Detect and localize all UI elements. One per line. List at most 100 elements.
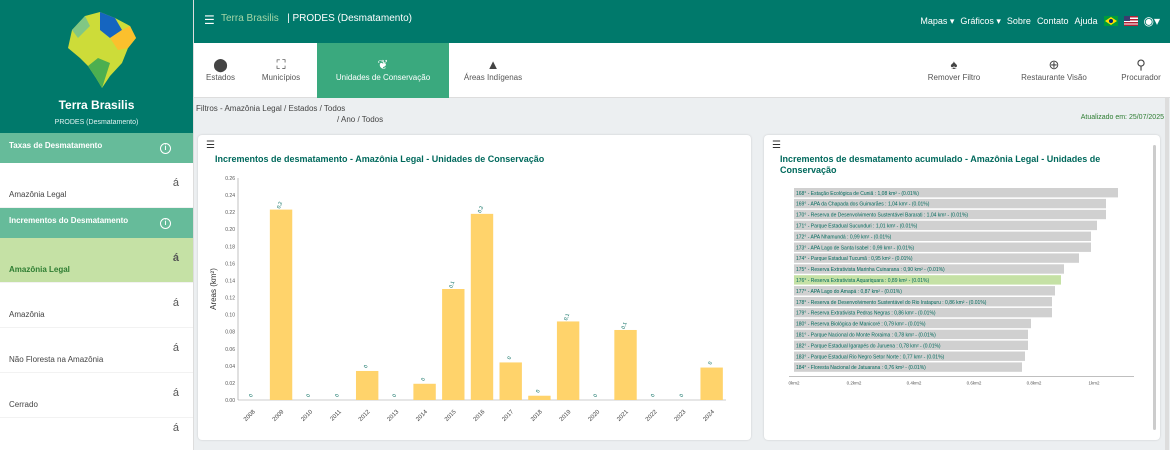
scrollbar[interactable] bbox=[1153, 145, 1156, 430]
search-icon: ⚲ bbox=[1136, 57, 1146, 72]
top-title-brand[interactable]: Terra Brasilis bbox=[221, 13, 279, 24]
tab-areas-indigenas[interactable]: ▲ Áreas Indígenas bbox=[454, 43, 532, 98]
globe-icon: ⊕ bbox=[1048, 57, 1060, 72]
menu-sobre[interactable]: Sobre bbox=[1007, 16, 1031, 26]
accent-glyph: á bbox=[172, 177, 179, 189]
search-button[interactable]: ⚲ Procurador bbox=[1114, 43, 1168, 98]
data-label: 0,2 bbox=[477, 205, 485, 214]
filter-line1: Filtros - Amazônia Legal / Estados / Tod… bbox=[196, 104, 346, 113]
restore-view-button[interactable]: ⊕ Restaurante Visão bbox=[1009, 43, 1099, 98]
section-incrementos-label: Incrementos do Desmatamento bbox=[9, 216, 129, 225]
sidebar-item-amazonia-legal[interactable]: Amazônia Legal á bbox=[0, 238, 193, 283]
bar-label: 182° - Parque Estadual Igarapés do Jurue… bbox=[796, 343, 941, 349]
y-tick-label: 0.10 bbox=[225, 313, 235, 319]
y-tick-label: 0.04 bbox=[225, 364, 235, 370]
bar-label: 174° - Parque Estadual Tucumã : 0,95 km²… bbox=[796, 256, 913, 262]
tab-label: Remover Filtro bbox=[927, 73, 981, 82]
tab-label: Áreas Indígenas bbox=[463, 73, 523, 82]
brand-subtitle: PRODES (Desmatamento) bbox=[54, 119, 139, 126]
municipality-icon: ⛶ bbox=[276, 57, 286, 72]
filter-breadcrumb: Filtros - Amazônia Legal / Estados / Tod… bbox=[196, 103, 383, 125]
bar bbox=[499, 362, 522, 400]
x-tick-label: 2012 bbox=[358, 409, 372, 423]
brand-name: Terra Brasilis bbox=[58, 98, 135, 112]
x-tick-label: 2019 bbox=[559, 409, 573, 423]
bar-label: 175° - Reserva Extrativista Marinha Cuin… bbox=[796, 267, 945, 273]
sidebar-item-nao-floresta[interactable]: Não Floresta na Amazônia á bbox=[0, 328, 193, 373]
tab-unidades-conservacao[interactable]: ❦ Unidades de Conservação bbox=[317, 43, 449, 98]
data-label: 0 bbox=[363, 364, 370, 369]
usa-flag-icon[interactable] bbox=[1123, 16, 1138, 26]
top-title-product: | PRODES (Desmatamento) bbox=[287, 13, 412, 24]
account-icon[interactable]: ◉▾ bbox=[1144, 14, 1161, 28]
bar bbox=[269, 209, 293, 400]
data-label: 0 bbox=[535, 389, 542, 394]
x-tick-label: 2008 bbox=[243, 409, 257, 423]
brazil-flag-icon[interactable] bbox=[1103, 16, 1118, 26]
bar-label: 169° - APA da Chapada dos Guimarães : 1,… bbox=[796, 202, 930, 208]
top-menu: Mapas ▾ Gráficos ▾ Sobre Contato Ajuda ◉… bbox=[920, 14, 1160, 28]
data-label: 0 bbox=[392, 393, 399, 398]
section-taxas-label: Taxas de Desmatamento bbox=[9, 141, 103, 150]
x-tick-label: 2009 bbox=[272, 409, 286, 423]
sidebar-item-taxas-amazonia-legal[interactable]: Amazônia Legal á bbox=[0, 163, 193, 208]
remove-filter-button[interactable]: ♠ Remover Filtro bbox=[924, 43, 984, 98]
x-tick-label: 2011 bbox=[330, 409, 344, 423]
logo: Terra Brasilis PRODES (Desmatamento) bbox=[0, 0, 193, 133]
page-scrollbar[interactable] bbox=[1165, 98, 1169, 450]
y-tick-label: 0.12 bbox=[225, 296, 235, 302]
bar-label: 184° - Floresta Nacional de Jatuarana : … bbox=[796, 365, 926, 371]
x-tick-label: 2016 bbox=[473, 409, 487, 423]
tent-icon: ▲ bbox=[486, 57, 500, 72]
sidebar-item-more[interactable]: á bbox=[0, 418, 193, 438]
bar bbox=[413, 383, 436, 400]
y-tick-label: 0.18 bbox=[225, 244, 235, 250]
info-icon[interactable]: i bbox=[160, 143, 171, 154]
bar bbox=[442, 289, 465, 400]
info-icon[interactable]: i bbox=[160, 218, 171, 229]
top-title: Terra Brasilis | PRODES (Desmatamento) bbox=[221, 13, 412, 24]
toolbar: ⬤ Estados ⛶ Municípios ❦ Unidades de Conser… bbox=[194, 43, 1170, 98]
bar bbox=[470, 213, 494, 400]
section-incrementos[interactable]: Incrementos do Desmatamento i bbox=[0, 208, 193, 238]
bar-label: 176° - Reserva Extrativista Aquariquara … bbox=[796, 278, 930, 284]
bar bbox=[556, 321, 580, 400]
tab-estados[interactable]: ⬤ Estados bbox=[198, 43, 243, 98]
y-tick-label: 0.02 bbox=[225, 381, 235, 387]
accent-glyph: á bbox=[172, 252, 179, 264]
x-tick-label: 1km2 bbox=[1088, 380, 1100, 385]
bar-chart-card: ☰ Incrementos de desmatamento - Amazônia… bbox=[198, 135, 751, 440]
x-tick-label: 2023 bbox=[674, 409, 688, 423]
data-label: 0,1 bbox=[621, 321, 629, 330]
y-tick-label: 0.16 bbox=[225, 261, 235, 267]
menu-contato[interactable]: Contato bbox=[1037, 16, 1069, 26]
data-label: 0 bbox=[506, 356, 513, 361]
bar-label: 171° - Parque Estadual Sucunduri : 1,01 … bbox=[796, 224, 918, 230]
x-tick-label: 0.6km2 bbox=[967, 380, 982, 385]
tab-label: Municípios bbox=[261, 73, 301, 82]
x-tick-label: 2018 bbox=[530, 409, 544, 423]
sidebar-item-label: Amazônia Legal bbox=[9, 265, 70, 274]
bell-icon: ♠ bbox=[950, 57, 958, 72]
x-tick-label: 0.4km2 bbox=[907, 380, 922, 385]
x-tick-label: 0.2km2 bbox=[847, 380, 862, 385]
menu-ajuda[interactable]: Ajuda bbox=[1074, 16, 1097, 26]
ranking-chart-card: ☰ Incrementos de desmatamento acumulado … bbox=[764, 135, 1160, 440]
bar bbox=[700, 367, 723, 400]
tab-label: Unidades de Conservação bbox=[335, 73, 431, 82]
sidebar-item-cerrado[interactable]: Cerrado á bbox=[0, 373, 193, 418]
bar-label: 170° - Reserva de Desenvolvimento Susten… bbox=[796, 213, 968, 219]
y-tick-label: 0.20 bbox=[225, 227, 235, 233]
brazil-map-logo-icon bbox=[68, 12, 136, 88]
hamburger-menu-icon[interactable]: ☰ bbox=[204, 13, 215, 27]
sidebar-item-amazonia[interactable]: Amazônia á bbox=[0, 283, 193, 328]
tab-municipios[interactable]: ⛶ Municípios bbox=[252, 43, 310, 98]
data-label: 0 bbox=[593, 393, 600, 398]
data-label: 0,1 bbox=[448, 280, 456, 289]
tab-label: Procurador bbox=[1121, 73, 1161, 82]
bar-label: 173° - APA Lago de Santa Isabel : 0,99 k… bbox=[796, 245, 914, 251]
menu-graficos[interactable]: Gráficos ▾ bbox=[960, 16, 1001, 27]
accent-glyph: á bbox=[172, 342, 179, 354]
section-taxas[interactable]: Taxas de Desmatamento i bbox=[0, 133, 193, 163]
menu-mapas[interactable]: Mapas ▾ bbox=[920, 16, 954, 27]
